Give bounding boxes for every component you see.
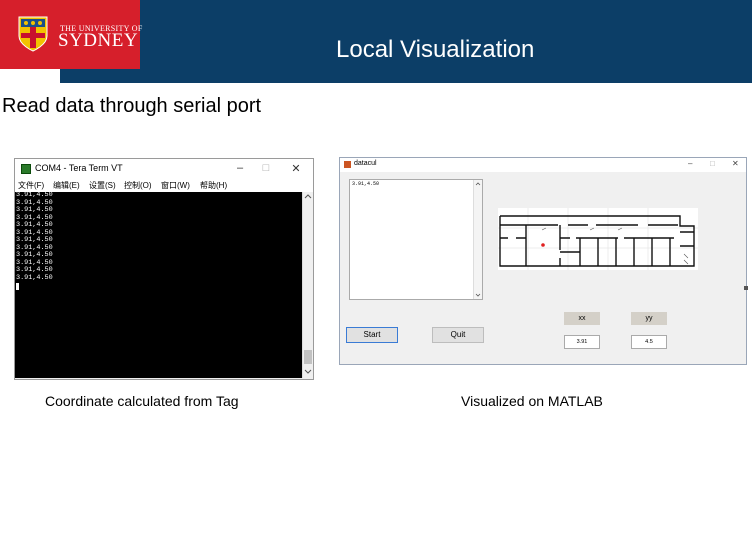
menu-control[interactable]: 控制(O) [124, 180, 152, 191]
menu-edit[interactable]: 编辑(E) [53, 180, 80, 191]
yy-value-field[interactable]: 4.5 [631, 335, 667, 349]
start-button[interactable]: Start [346, 327, 398, 343]
teraterm-app-icon [21, 164, 31, 174]
slide-title: Local Visualization [336, 36, 535, 63]
edge-marker [744, 286, 748, 290]
xx-value-field[interactable]: 3.91 [564, 335, 600, 349]
floorplan-plot [498, 208, 698, 270]
teraterm-caption: Coordinate calculated from Tag [45, 393, 239, 409]
terminal-line: 3.91,4.50 [16, 273, 53, 282]
scroll-arrows-icon [475, 182, 481, 297]
teraterm-window: COM4 - Tera Term VT – □ ✕ 文件(F) 编辑(E) 设置… [14, 158, 314, 380]
menu-help[interactable]: 帮助(H) [200, 180, 227, 191]
terminal-output: 3.91,4.50 3.91,4.50 3.91,4.50 3.91,4.50 … [16, 191, 53, 282]
crest-icon [18, 16, 48, 52]
terminal-cursor [16, 283, 19, 290]
terminal-screen[interactable]: 3.91,4.50 3.91,4.50 3.91,4.50 3.91,4.50 … [15, 191, 302, 378]
terminal-scrollbar[interactable] [302, 192, 313, 378]
minimize-icon[interactable]: – [688, 159, 692, 168]
matlab-title: datacul [354, 160, 377, 167]
yy-label: yy [631, 312, 667, 325]
university-name: SYDNEY [58, 30, 139, 51]
teraterm-titlebar: COM4 - Tera Term VT – □ ✕ [15, 159, 313, 179]
teraterm-menubar: 文件(F) 编辑(E) 设置(S) 控制(O) 窗口(W) 帮助(H) [15, 179, 313, 192]
matlab-app-icon [344, 161, 351, 168]
listbox-item: 3.91,4.50 [352, 181, 380, 187]
scroll-arrows-icon [304, 194, 312, 374]
listbox-scrollbar[interactable] [473, 180, 482, 299]
xx-label: xx [564, 312, 600, 325]
matlab-caption: Visualized on MATLAB [461, 393, 603, 409]
minimize-icon[interactable]: – [233, 162, 247, 174]
tag-position-marker [541, 243, 545, 247]
menu-setup[interactable]: 设置(S) [89, 180, 116, 191]
menu-file[interactable]: 文件(F) [18, 180, 44, 191]
data-listbox[interactable]: 3.91,4.50 [349, 179, 483, 300]
slide-subtitle: Read data through serial port [2, 95, 262, 117]
close-icon[interactable]: ✕ [289, 162, 303, 175]
maximize-icon[interactable]: □ [259, 162, 273, 174]
maximize-icon[interactable]: □ [710, 159, 715, 168]
close-icon[interactable]: ✕ [732, 159, 739, 168]
matlab-window: datacul – □ ✕ 3.91,4.50 Start Quit xx yy… [339, 157, 747, 365]
quit-button[interactable]: Quit [432, 327, 484, 343]
university-logo: THE UNIVERSITY OF SYDNEY [0, 0, 142, 69]
teraterm-title: COM4 - Tera Term VT [35, 163, 123, 173]
menu-window[interactable]: 窗口(W) [161, 180, 190, 191]
matlab-titlebar: datacul – □ ✕ [340, 158, 746, 172]
